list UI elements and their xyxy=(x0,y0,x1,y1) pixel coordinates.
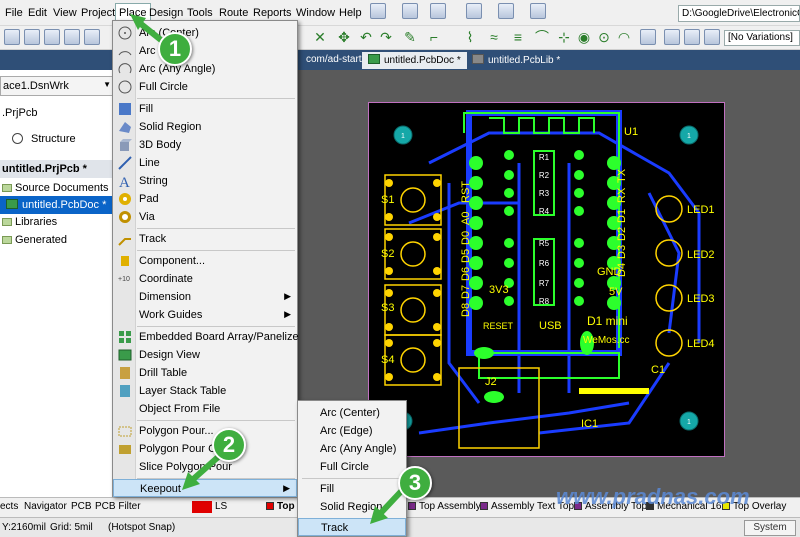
annotation-overlay xyxy=(130,14,411,524)
step-badge-3: 3 xyxy=(398,466,432,500)
step-badge-1: 1 xyxy=(158,32,192,66)
step-badge-2: 2 xyxy=(212,428,246,462)
watermark: www.pradnas.com xyxy=(556,484,750,509)
